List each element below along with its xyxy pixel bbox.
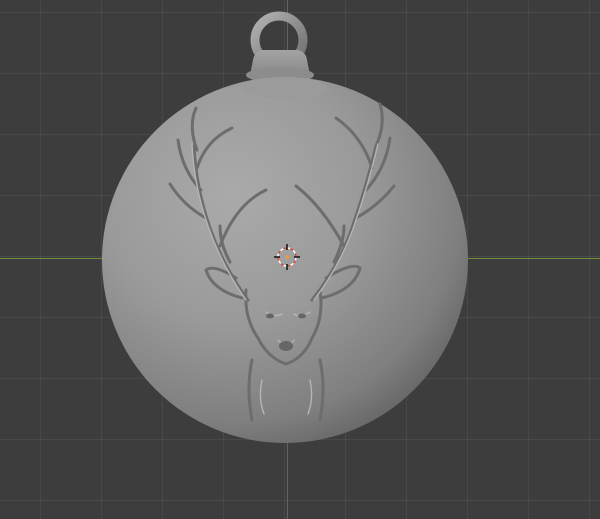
ornament-ball[interactable] [102, 77, 468, 443]
3d-viewport[interactable] [0, 0, 600, 519]
viewport-scene [102, 11, 468, 443]
